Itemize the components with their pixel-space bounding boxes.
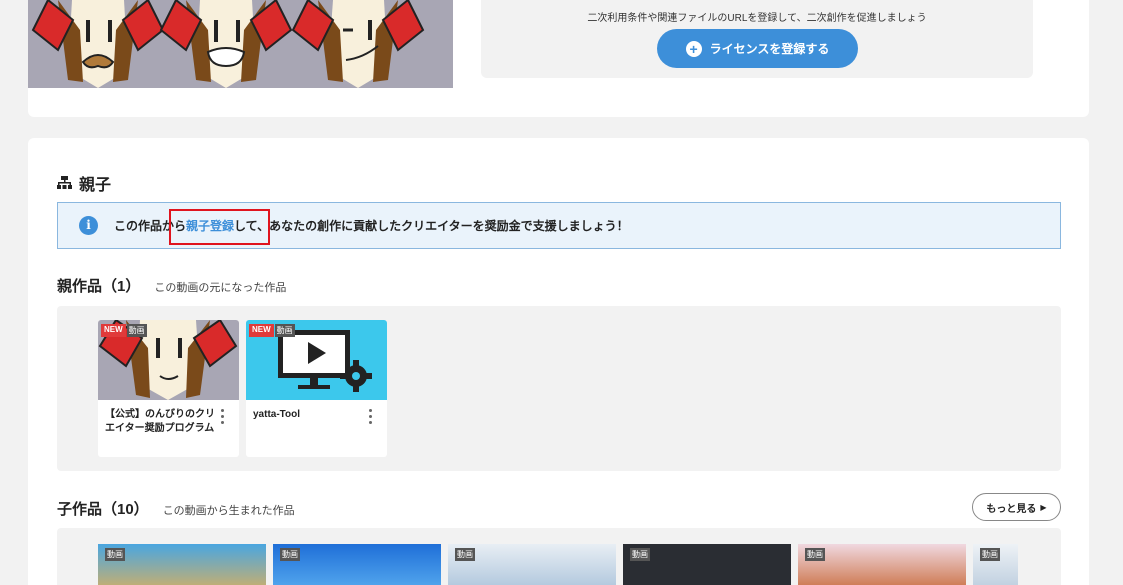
- work-thumbnail: NEW 動画: [98, 320, 239, 400]
- license-panel: 二次利用条件や関連ファイルのURLを登録して、二次創作を促進しましょう + ライ…: [481, 0, 1033, 78]
- info-banner: i この作品から 親子登録 して、あなたの創作に貢献したクリエイターを奨励金で支…: [57, 202, 1061, 249]
- type-badge: 動画: [455, 548, 475, 561]
- register-license-button[interactable]: + ライセンスを登録する: [657, 29, 858, 68]
- family-section: 親子 i この作品から 親子登録 して、あなたの創作に貢献したクリエイターを奨励…: [28, 138, 1089, 585]
- child-work-thumbnail[interactable]: 動画: [448, 544, 616, 585]
- work-card[interactable]: NEW 動画 【公式】のんびりのクリエイター奨励プログラム: [98, 320, 239, 457]
- type-badge: 動画: [805, 548, 825, 561]
- new-badge: NEW: [101, 324, 126, 337]
- parent-works-heading: 親作品（1） この動画の元になった作品: [57, 275, 286, 296]
- more-options-icon[interactable]: [369, 409, 373, 424]
- child-work-thumbnail[interactable]: 動画: [98, 544, 266, 585]
- type-badge: 動画: [126, 324, 147, 337]
- child-works-heading: 子作品（10） この動画から生まれた作品: [57, 498, 295, 519]
- child-work-thumbnail[interactable]: 動画: [623, 544, 791, 585]
- hierarchy-icon: [57, 176, 72, 189]
- work-thumbnail: NEW 動画: [246, 320, 387, 400]
- register-license-label: ライセンスを登録する: [709, 42, 830, 56]
- new-badge: NEW: [249, 324, 274, 337]
- type-badge: 動画: [280, 548, 300, 561]
- child-work-thumbnail[interactable]: 動画: [273, 544, 441, 585]
- type-badge: 動画: [980, 548, 1000, 561]
- type-badge: 動画: [274, 324, 295, 337]
- work-card[interactable]: NEW 動画 yatta-Tool: [246, 320, 387, 457]
- child-work-thumbnail[interactable]: 動画: [973, 544, 1018, 585]
- video-thumbnail-image: [28, 0, 453, 88]
- type-badge: 動画: [105, 548, 125, 561]
- info-icon: i: [79, 216, 98, 235]
- plus-circle-icon: +: [685, 40, 702, 57]
- license-description: 二次利用条件や関連ファイルのURLを登録して、二次創作を促進しましょう: [587, 13, 927, 24]
- parent-works-panel: NEW 動画 【公式】のんびりのクリエイター奨励プログラム NEW 動画 yat…: [57, 306, 1061, 471]
- info-text-prefix: この作品から: [114, 219, 187, 233]
- work-title: yatta-Tool: [253, 409, 301, 420]
- section-title: 親子: [57, 171, 111, 195]
- see-more-label: もっと見る: [986, 503, 1037, 515]
- child-works-panel: 動画 動画 動画 動画 動画 動画: [57, 528, 1061, 585]
- child-works-description: この動画から生まれた作品: [162, 505, 295, 517]
- work-title: 【公式】のんびりのクリエイター奨励プログラム: [105, 409, 215, 434]
- type-badge: 動画: [630, 548, 650, 561]
- play-arrow-icon: ▶: [1040, 502, 1047, 512]
- more-options-icon[interactable]: [221, 409, 225, 424]
- section-title-text: 親子: [79, 177, 112, 194]
- child-works-title: 子作品（10）: [57, 501, 149, 518]
- parent-works-description: この動画の元になった作品: [154, 282, 287, 294]
- info-text-suffix: して、あなたの創作に貢献したクリエイターを奨励金で支援しましょう！: [234, 219, 629, 233]
- register-family-link[interactable]: 親子登録: [186, 217, 234, 234]
- child-work-thumbnail[interactable]: 動画: [798, 544, 966, 585]
- see-more-button[interactable]: もっと見る ▶: [972, 493, 1061, 521]
- parent-works-title: 親作品（1）: [57, 278, 141, 295]
